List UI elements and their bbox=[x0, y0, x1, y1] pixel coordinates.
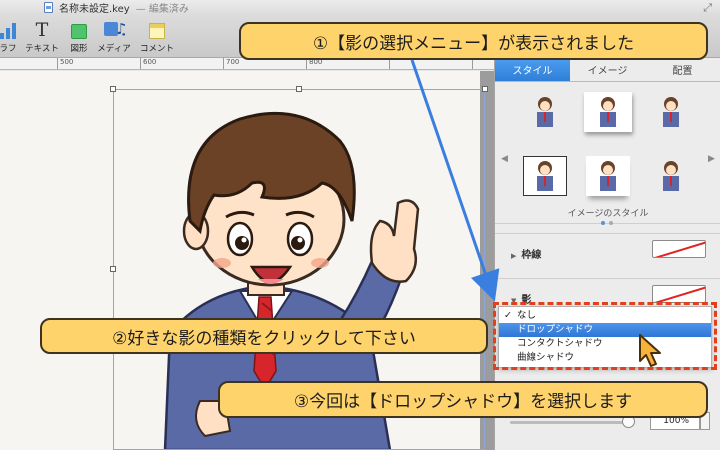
callout-step2: ②好きな影の種類をクリックして下さい bbox=[40, 318, 488, 354]
callout-step3: ③今回は【ドロップシャドウ】を選択します bbox=[218, 381, 708, 418]
callout-step1: ①【影の選択メニュー】が表示されました bbox=[239, 22, 708, 60]
